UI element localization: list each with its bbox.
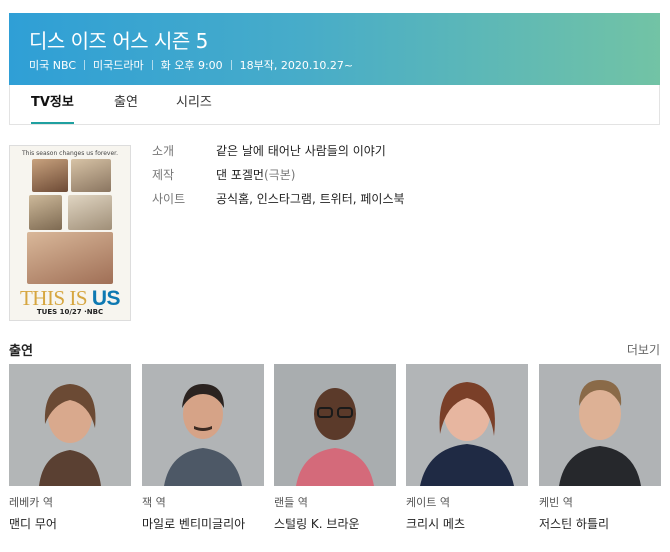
- info-site-links: 공식홈, 인스타그램, 트위터, 페이스북: [216, 192, 405, 206]
- cast-photo[interactable]: [274, 364, 396, 486]
- info-site-label: 사이트: [152, 192, 186, 206]
- poster-photo-older-couple: [29, 195, 62, 230]
- cast-role: 케이트 역: [406, 496, 450, 509]
- tab-bar: TV정보 출연 시리즈: [9, 85, 660, 125]
- site-link-facebook[interactable]: 페이스북: [360, 192, 404, 206]
- poster-photo-man: [68, 195, 112, 230]
- tab-cast[interactable]: 출연: [114, 85, 138, 124]
- tab-tv-info[interactable]: TV정보: [31, 85, 74, 124]
- cast-section-title: 출연: [9, 344, 33, 359]
- meta-genre: 미국드라마: [93, 59, 144, 72]
- info-producer-label: 제작: [152, 168, 175, 182]
- cast-name[interactable]: 저스틴 하틀리: [539, 515, 661, 532]
- meta-network: 미국 NBC: [29, 59, 76, 72]
- person-silhouette-icon: [539, 364, 661, 486]
- cast-role: 랜들 역: [274, 496, 308, 509]
- person-silhouette-icon: [406, 364, 528, 486]
- cast-more-link[interactable]: 더보기: [627, 341, 660, 358]
- info-intro-value: 같은 날에 태어난 사람들의 이야기: [216, 144, 386, 158]
- poster-airdate: TUES 10/27 ·NBC: [36, 308, 104, 316]
- person-silhouette-icon: [274, 364, 396, 486]
- cast-name[interactable]: 맨디 무어: [9, 515, 131, 532]
- cast-role: 케빈 역: [539, 496, 573, 509]
- cast-card[interactable]: 케이트 역 크리시 메츠: [406, 364, 528, 532]
- cast-photo[interactable]: [539, 364, 661, 486]
- poster-photo-couple: [32, 159, 68, 192]
- cast-card[interactable]: 레베카 역 맨디 무어: [9, 364, 131, 532]
- cast-card[interactable]: 케빈 역 저스틴 하틀리: [539, 364, 661, 532]
- site-link-official[interactable]: 공식홈: [216, 192, 249, 206]
- cast-photo[interactable]: [142, 364, 264, 486]
- cast-card[interactable]: 잭 역 마일로 벤티미글리아: [142, 364, 264, 532]
- program-title: 디스 이즈 어스 시즌 5: [29, 29, 208, 53]
- meta-episodes: 18부작, 2020.10.27~: [239, 59, 354, 72]
- meta-airtime: 화 오후 9:00: [160, 59, 223, 72]
- poster-photo-brothers: [71, 159, 111, 192]
- person-silhouette-icon: [142, 364, 264, 486]
- producer-name-link[interactable]: 댄 포겔먼: [216, 168, 264, 182]
- info-producer-value: 댄 포겔먼(극본): [216, 166, 295, 183]
- cast-card[interactable]: 랜들 역 스털링 K. 브라운: [274, 364, 396, 532]
- meta-divider: [84, 60, 85, 70]
- poster-photo-family: [27, 232, 113, 284]
- program-poster[interactable]: This season changes us forever. THIS IS …: [9, 145, 131, 321]
- cast-name[interactable]: 크리시 메츠: [406, 515, 528, 532]
- site-link-instagram[interactable]: 인스타그램: [257, 192, 312, 206]
- cast-photo[interactable]: [406, 364, 528, 486]
- meta-divider: [151, 60, 153, 70]
- person-silhouette-icon: [9, 364, 131, 486]
- meta-divider: [230, 60, 232, 70]
- program-header: 디스 이즈 어스 시즌 5 미국 NBC 미국드라마 화 오후 9:00 18부…: [9, 13, 660, 85]
- tab-series[interactable]: 시리즈: [176, 85, 212, 124]
- site-link-twitter[interactable]: 트위터: [320, 192, 353, 206]
- cast-role: 레베카 역: [9, 496, 53, 509]
- cast-role: 잭 역: [142, 496, 166, 509]
- poster-tagline: This season changes us forever.: [22, 150, 118, 157]
- info-intro-label: 소개: [152, 144, 175, 158]
- cast-name[interactable]: 마일로 벤티미글리아: [142, 515, 264, 532]
- program-meta: 미국 NBC 미국드라마 화 오후 9:00 18부작, 2020.10.27~: [29, 57, 353, 73]
- cast-photo[interactable]: [9, 364, 131, 486]
- producer-role: (극본): [263, 168, 296, 182]
- cast-name[interactable]: 스털링 K. 브라운: [274, 515, 396, 532]
